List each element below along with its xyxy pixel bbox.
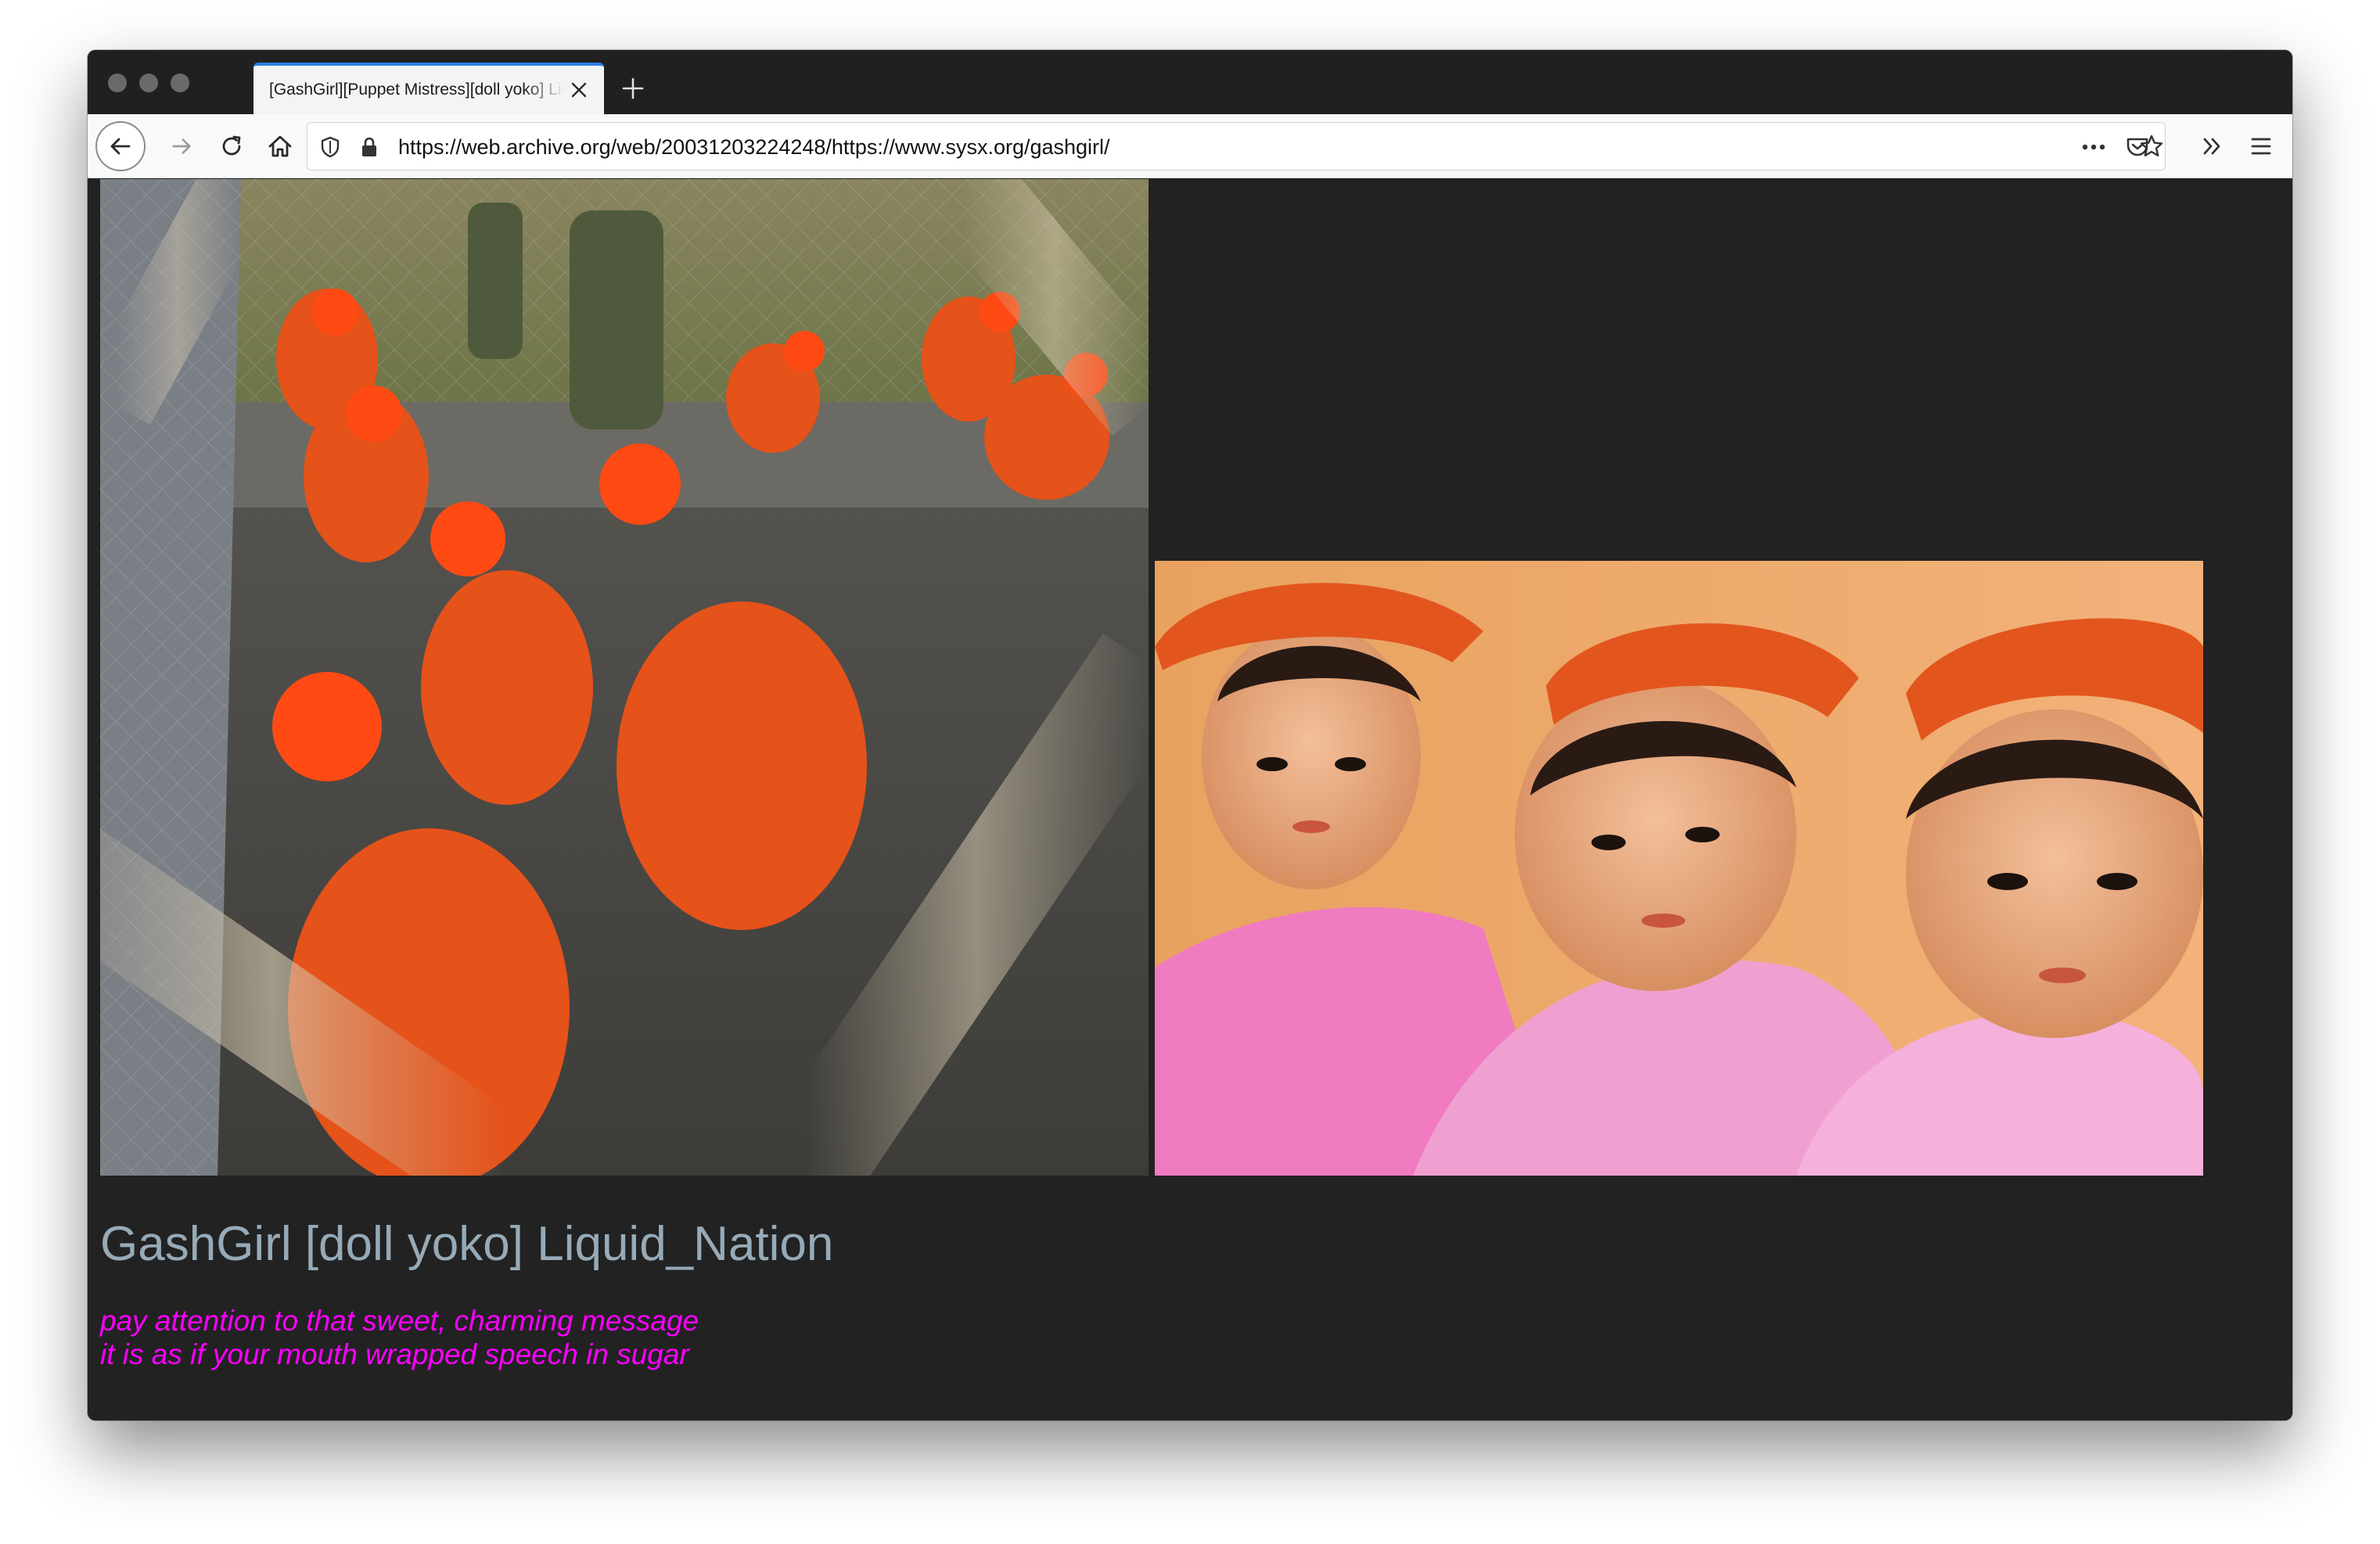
home-icon[interactable]	[257, 123, 304, 170]
page-title: GashGirl [doll yoko] Liquid_Nation	[100, 1217, 834, 1271]
close-icon[interactable]	[565, 76, 593, 104]
more-horizontal-icon[interactable]	[2080, 134, 2107, 160]
page-content: GashGirl [doll yoko] Liquid_Nation pay a…	[88, 179, 2292, 1420]
browser-window: [GashGirl][Puppet Mistress][doll yoko] L…	[88, 50, 2292, 1420]
window-controls	[108, 74, 189, 92]
tab-title: [GashGirl][Puppet Mistress][doll yoko] L…	[269, 81, 565, 99]
minimize-window-button[interactable]	[139, 74, 158, 92]
navigation-toolbar: https://web.archive.org/web/200312032242…	[88, 114, 2292, 178]
reload-icon[interactable]	[208, 123, 255, 170]
poem-text: pay attention to that sweet, charming me…	[100, 1304, 699, 1371]
plus-icon[interactable]	[613, 69, 653, 108]
poem-line: pay attention to that sweet, charming me…	[100, 1305, 699, 1337]
lock-icon[interactable]	[356, 134, 383, 160]
chevrons-right-icon[interactable]	[2189, 123, 2236, 170]
tab-active[interactable]: [GashGirl][Puppet Mistress][doll yoko] L…	[253, 63, 604, 114]
zoom-window-button[interactable]	[171, 74, 189, 92]
poem-line: it is as if your mouth wrapped speech in…	[100, 1338, 689, 1370]
detainees-photo	[100, 179, 1149, 1176]
hamburger-menu-icon[interactable]	[2238, 123, 2285, 170]
close-window-button[interactable]	[108, 74, 127, 92]
children-photo	[1155, 561, 2203, 1176]
address-bar[interactable]: https://web.archive.org/web/200312032242…	[307, 122, 2166, 171]
url-text[interactable]: https://web.archive.org/web/200312032242…	[398, 135, 1110, 160]
arrow-left-icon[interactable]	[95, 121, 146, 171]
arrow-right-icon[interactable]	[158, 123, 205, 170]
shield-icon[interactable]	[317, 134, 343, 160]
star-icon[interactable]	[2134, 124, 2169, 168]
tab-bar: [GashGirl][Puppet Mistress][doll yoko] L…	[88, 50, 2292, 114]
